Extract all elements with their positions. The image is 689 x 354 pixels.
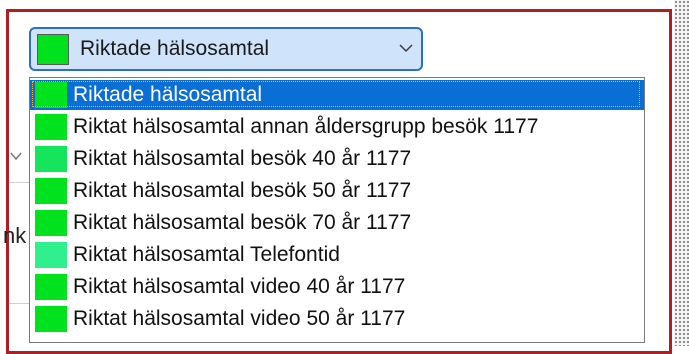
color-swatch: [35, 114, 67, 140]
category-combobox[interactable]: Riktade hälsosamtal: [29, 27, 423, 71]
list-item-label: Riktat hälsosamtal video 50 år 1177: [73, 307, 406, 330]
color-swatch: [35, 210, 67, 236]
list-item[interactable]: Riktat hälsosamtal besök 40 år 1177: [30, 144, 644, 174]
divider: [9, 303, 31, 304]
list-item[interactable]: Riktat hälsosamtal video 40 år 1177: [30, 272, 644, 302]
color-swatch: [35, 274, 67, 300]
color-swatch: [37, 34, 69, 65]
list-item[interactable]: Riktade hälsosamtal: [30, 80, 644, 110]
color-swatch: [35, 306, 67, 332]
list-item-label: Riktat hälsosamtal Telefontid: [73, 243, 340, 266]
list-item-label: Riktat hälsosamtal video 40 år 1177: [73, 275, 406, 298]
color-swatch: [35, 242, 67, 268]
color-swatch: [35, 178, 67, 204]
list-item[interactable]: Riktat hälsosamtal annan åldersgrupp bes…: [30, 112, 644, 142]
list-item-label: Riktat hälsosamtal besök 40 år 1177: [73, 147, 412, 170]
background-label: nk: [3, 223, 27, 248]
dropdown-list[interactable]: Riktade hälsosamtal Riktat hälsosamtal a…: [29, 77, 645, 343]
chevron-down-icon[interactable]: [398, 41, 414, 55]
list-item-label: Riktat hälsosamtal besök 50 år 1177: [73, 179, 412, 202]
list-item[interactable]: Riktat hälsosamtal besök 50 år 1177: [30, 176, 644, 206]
scrollbar-track[interactable]: [674, 0, 689, 346]
list-item-label: Riktat hälsosamtal besök 70 år 1177: [73, 211, 412, 234]
combobox-value: Riktade hälsosamtal: [80, 37, 270, 60]
list-item[interactable]: Riktat hälsosamtal video 50 år 1177: [30, 304, 644, 334]
divider: [9, 182, 31, 183]
color-swatch: [35, 146, 67, 172]
list-item[interactable]: Riktat hälsosamtal Telefontid: [30, 240, 644, 270]
list-item-label: Riktat hälsosamtal annan åldersgrupp bes…: [73, 115, 539, 138]
chevron-down-icon: [10, 152, 22, 161]
focus-indicator: [32, 81, 640, 107]
list-item[interactable]: Riktat hälsosamtal besök 70 år 1177: [30, 208, 644, 238]
